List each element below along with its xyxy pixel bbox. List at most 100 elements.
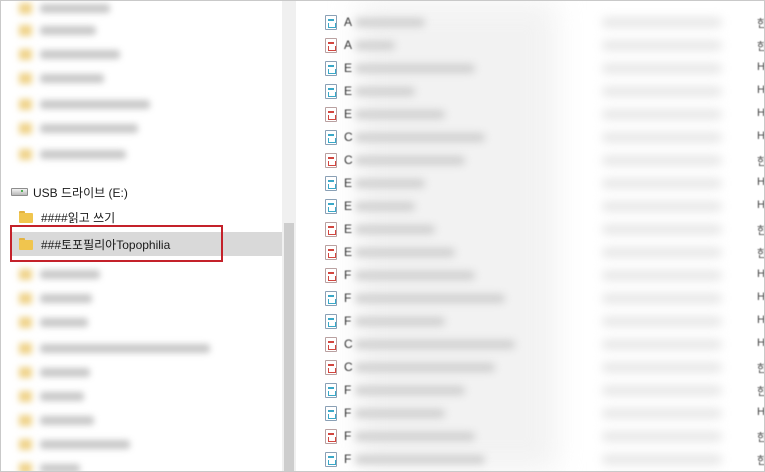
- file-row[interactable]: E한: [297, 241, 764, 264]
- blurred-folder-item[interactable]: [19, 413, 94, 427]
- file-row[interactable]: EH: [297, 172, 765, 195]
- file-type-initial: H: [757, 107, 765, 119]
- blurred-file-date: [602, 64, 722, 73]
- blurred-file-date: [602, 202, 722, 211]
- file-name-initial: E: [344, 61, 353, 75]
- file-type-initial: 한: [757, 245, 764, 261]
- blurred-file-name: [355, 225, 435, 234]
- file-type-initial: 한: [757, 15, 764, 31]
- file-row[interactable]: E한: [297, 218, 764, 241]
- file-type-initial: 한: [757, 452, 764, 468]
- file-type-initial: H: [757, 406, 765, 418]
- blurred-file-name: [355, 133, 485, 142]
- blurred-file-date: [602, 271, 722, 280]
- blurred-file-name: [355, 386, 465, 395]
- blurred-folder-item[interactable]: [19, 23, 96, 37]
- file-name-initial: F: [344, 452, 352, 466]
- hwp-doc-icon: [325, 383, 337, 398]
- blurred-file-name: [355, 317, 445, 326]
- file-list-pane: A한A한EHEHEHCHC한EHEHE한E한FHFHFHCHC한F한FHF한F한…: [297, 1, 765, 471]
- file-name-initial: F: [344, 314, 352, 328]
- blurred-folder-item[interactable]: [19, 315, 88, 329]
- blurred-folder-item[interactable]: [19, 389, 84, 403]
- pdf-doc-icon: [325, 268, 337, 283]
- file-row[interactable]: A한: [297, 34, 764, 57]
- file-name-initial: E: [344, 199, 353, 213]
- file-type-initial: 한: [757, 153, 764, 169]
- hwp-doc-icon: [325, 406, 337, 421]
- file-type-initial: 한: [757, 38, 764, 54]
- blurred-file-date: [602, 294, 722, 303]
- file-type-initial: H: [757, 176, 765, 188]
- file-row[interactable]: EH: [297, 195, 764, 218]
- file-row[interactable]: FH: [297, 287, 764, 310]
- nav-item-label: ###토포필리아Topophilia: [41, 237, 171, 252]
- file-row[interactable]: EH: [297, 80, 764, 103]
- blurred-file-date: [602, 156, 722, 165]
- hwp-doc-icon: [325, 291, 337, 306]
- blurred-file-date: [602, 225, 722, 234]
- blurred-folder-item[interactable]: [19, 1, 110, 15]
- file-row[interactable]: C한: [297, 149, 764, 172]
- file-type-initial: 한: [757, 222, 764, 238]
- nav-item-label: ####읽고 쓰기: [41, 210, 116, 225]
- blurred-folder-item[interactable]: [19, 121, 138, 135]
- blurred-file-name: [355, 156, 465, 165]
- blurred-file-name: [355, 455, 485, 464]
- file-name-initial: F: [344, 291, 352, 305]
- nav-scrollbar[interactable]: [282, 1, 296, 471]
- blurred-folder-item[interactable]: [19, 97, 150, 111]
- blurred-folder-item[interactable]: [19, 147, 126, 161]
- file-name-initial: C: [344, 130, 353, 144]
- blurred-folder-item[interactable]: [19, 341, 210, 355]
- nav-scrollbar-thumb[interactable]: [284, 223, 294, 471]
- blurred-file-date: [602, 248, 722, 257]
- blurred-file-date: [602, 386, 722, 395]
- file-name-initial: F: [344, 406, 352, 420]
- file-type-initial: 한: [757, 429, 764, 445]
- hwp-doc-icon: [325, 314, 337, 329]
- blurred-file-name: [355, 110, 445, 119]
- blurred-folder-item[interactable]: [19, 71, 104, 85]
- file-name-initial: E: [344, 176, 353, 190]
- nav-folder-topophilia[interactable]: ###토포필리아Topophilia: [11, 232, 282, 256]
- blurred-file-name: [355, 432, 475, 441]
- blurred-folder-item[interactable]: [19, 365, 90, 379]
- blurred-folder-item[interactable]: [19, 461, 80, 471]
- file-row[interactable]: F한: [297, 379, 764, 402]
- navigation-pane: USB 드라이브 (E:) ####읽고 쓰기 ###토포필리아Topophil…: [1, 1, 282, 471]
- blurred-folder-item[interactable]: [19, 291, 92, 305]
- blurred-file-date: [602, 87, 722, 96]
- blurred-file-name: [355, 409, 445, 418]
- file-row[interactable]: FH: [297, 310, 765, 333]
- file-row[interactable]: A한: [297, 11, 764, 34]
- nav-item-label: USB 드라이브 (E:): [33, 185, 128, 200]
- file-row[interactable]: F한: [297, 425, 764, 448]
- file-explorer-window: USB 드라이브 (E:) ####읽고 쓰기 ###토포필리아Topophil…: [0, 0, 765, 472]
- blurred-file-name: [355, 179, 425, 188]
- file-row[interactable]: EH: [297, 103, 765, 126]
- nav-folder-read-write[interactable]: ####읽고 쓰기: [19, 206, 279, 228]
- pdf-doc-icon: [325, 337, 337, 352]
- file-row[interactable]: C한: [297, 356, 764, 379]
- blurred-file-name: [355, 202, 415, 211]
- file-row[interactable]: EH: [297, 57, 764, 80]
- nav-item-usb-drive[interactable]: USB 드라이브 (E:): [11, 181, 271, 203]
- file-row[interactable]: FH: [297, 264, 765, 287]
- blurred-folder-item[interactable]: [19, 47, 120, 61]
- file-row[interactable]: FH: [297, 402, 765, 425]
- blurred-folder-item[interactable]: [19, 267, 100, 281]
- file-type-initial: H: [757, 314, 765, 326]
- file-row[interactable]: CH: [297, 333, 765, 356]
- usb-drive-icon: [11, 188, 28, 196]
- file-row[interactable]: F한: [297, 448, 764, 471]
- file-name-initial: E: [344, 245, 353, 259]
- blurred-file-date: [602, 432, 722, 441]
- blurred-file-date: [602, 455, 722, 464]
- blurred-folder-item[interactable]: [19, 437, 130, 451]
- file-type-initial: H: [757, 337, 765, 349]
- file-row[interactable]: CH: [297, 126, 764, 149]
- file-type-initial: H: [757, 268, 765, 280]
- file-name-initial: E: [344, 222, 353, 236]
- blurred-file-name: [355, 271, 475, 280]
